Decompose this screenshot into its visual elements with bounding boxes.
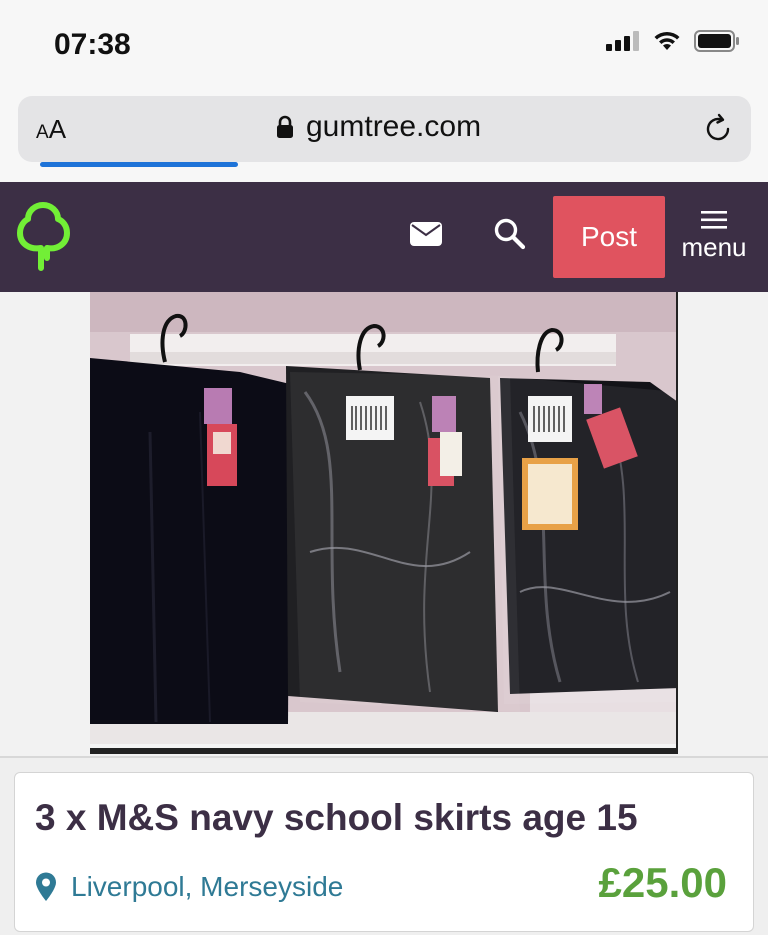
address-bar[interactable]: AA gumtree.com xyxy=(18,96,751,167)
school-skirts-photo xyxy=(90,292,676,754)
lock-icon xyxy=(277,115,293,138)
url-text: gumtree.com xyxy=(306,110,482,143)
url-display[interactable]: gumtree.com xyxy=(276,110,481,144)
page-load-progress xyxy=(40,162,238,167)
listing-price: £25.00 xyxy=(598,859,727,906)
listing-title: 3 x M&S navy school skirts age 15 xyxy=(35,797,638,838)
reload-icon[interactable] xyxy=(701,112,735,146)
post-ad-button[interactable]: Post xyxy=(553,196,665,278)
wifi-icon xyxy=(654,31,680,50)
cellular-signal-icon xyxy=(606,31,639,51)
listing-image-gallery[interactable] xyxy=(0,292,768,758)
status-bar: 07:38 xyxy=(0,0,768,90)
location-text: Liverpool, Merseyside xyxy=(71,871,344,902)
messages-envelope-icon[interactable] xyxy=(410,222,442,246)
hamburger-menu-icon xyxy=(701,211,727,229)
menu-label: menu xyxy=(681,232,747,262)
listing-photo[interactable] xyxy=(90,292,678,754)
gumtree-tree-logo-icon[interactable] xyxy=(14,202,72,272)
listing-info-card: 3 x M&S navy school skirts age 15 Liverp… xyxy=(14,772,754,932)
site-header: Post menu xyxy=(0,182,768,292)
listing-location[interactable]: Liverpool, Merseyside xyxy=(35,871,343,903)
browser-toolbar: AA gumtree.com xyxy=(0,90,768,182)
location-pin-icon xyxy=(36,872,56,901)
battery-icon xyxy=(694,30,739,52)
menu-button[interactable]: menu xyxy=(674,210,754,263)
text-size-button[interactable]: AA xyxy=(36,114,66,145)
search-icon[interactable] xyxy=(493,217,527,251)
clock: 07:38 xyxy=(54,28,131,61)
status-icons xyxy=(606,30,740,52)
